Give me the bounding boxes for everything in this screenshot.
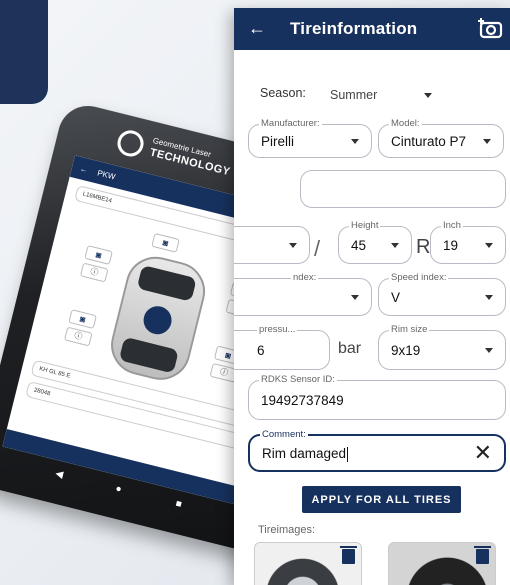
back-arrow-icon[interactable]: ← <box>248 17 266 39</box>
height-value: 45 <box>351 238 367 253</box>
tireimages-label: Tireimages: <box>258 524 316 536</box>
pressure-value: 6 <box>257 343 265 358</box>
manufacturer-value: Pirelli <box>261 134 295 149</box>
phone-row-2-value: 28048 <box>33 387 51 398</box>
inch-label: Inch <box>441 220 463 231</box>
chevron-down-icon <box>483 139 491 144</box>
model-label: Model: <box>389 118 422 129</box>
sensor-id-value: 19492737849 <box>261 393 344 408</box>
car-windshield <box>136 264 197 302</box>
comment-field[interactable]: Comment: Rim damaged ✕ <box>248 429 506 472</box>
width-select[interactable] <box>234 226 310 264</box>
manufacturer-label: Manufacturer: <box>259 118 322 129</box>
decorative-blue-block <box>0 0 48 104</box>
sensor-id-label: RDKS Sensor ID: <box>259 374 337 385</box>
model-value: Cinturato P7 <box>391 134 467 149</box>
chevron-down-icon <box>391 243 399 248</box>
rim-size-label: Rim size <box>389 324 430 335</box>
tireinformation-screen: ← Tireinformation Season: Summer Manufac… <box>234 8 510 585</box>
phone-camera-icon[interactable]: ◙ <box>151 232 180 253</box>
chevron-down-icon <box>351 139 359 144</box>
phone-camera-icon[interactable]: ◙ <box>68 309 97 329</box>
chevron-down-icon <box>289 243 297 248</box>
nav-back-icon[interactable]: ◀ <box>54 468 64 481</box>
add-photo-icon[interactable] <box>478 17 504 39</box>
width-height-separator: / <box>314 236 321 261</box>
car-rear-window <box>118 336 179 374</box>
car-logo-icon <box>140 303 175 338</box>
pressure-field[interactable]: pressu... 6 <box>234 324 330 370</box>
nav-recents-icon[interactable]: ■ <box>174 498 183 510</box>
speed-index-value: V <box>391 290 401 305</box>
phone-back-icon[interactable]: ← <box>79 164 89 175</box>
phone-camera-icon[interactable]: ◙ <box>84 245 113 265</box>
sensor-id-field[interactable]: RDKS Sensor ID: 19492737849 <box>248 374 506 420</box>
car-illustration <box>104 250 212 387</box>
apply-for-all-tires-button[interactable]: APPLY FOR ALL TIRES <box>302 486 461 513</box>
inch-value: 19 <box>443 238 459 253</box>
trash-icon[interactable] <box>474 546 491 564</box>
tire-image-thumbnail[interactable] <box>388 542 496 585</box>
load-index-label: ndex: <box>291 272 319 283</box>
comment-label: Comment: <box>260 429 308 440</box>
text-cursor <box>347 446 349 462</box>
comment-text: Rim damaged <box>262 446 347 461</box>
chevron-down-icon <box>485 348 493 353</box>
phone-info-icon[interactable]: ⓘ <box>79 262 109 283</box>
clear-icon[interactable]: ✕ <box>474 440 492 466</box>
height-label: Height <box>349 220 381 231</box>
chevron-down-icon <box>351 295 359 300</box>
trash-icon[interactable] <box>340 546 357 564</box>
inch-select[interactable]: Inch 19 <box>430 220 506 264</box>
season-caret-icon[interactable] <box>424 93 432 98</box>
page-title: Tireinformation <box>290 19 418 38</box>
phone-info-icon[interactable]: ⓘ <box>63 326 93 347</box>
r-separator: R <box>416 236 431 258</box>
rim-size-select[interactable]: Rim size 9x19 <box>378 324 506 370</box>
pressure-label: pressu... <box>257 324 298 335</box>
height-select[interactable]: Height 45 <box>338 220 412 264</box>
manufacturer-select[interactable]: Manufacturer: Pirelli <box>248 118 372 158</box>
comment-value: Rim damaged <box>262 446 349 462</box>
chevron-down-icon <box>485 295 493 300</box>
pressure-unit: bar <box>338 340 362 357</box>
phone-screen-title: PKW <box>96 167 117 182</box>
model-select[interactable]: Model: Cinturato P7 <box>378 118 504 158</box>
nav-home-icon[interactable]: ● <box>114 483 123 495</box>
rim-size-value: 9x19 <box>391 343 421 358</box>
season-label: Season: <box>260 86 306 100</box>
load-index-select[interactable]: ndex: <box>234 272 372 316</box>
season-select[interactable]: Summer <box>330 88 377 102</box>
phone-plate-value: L16MBE14 <box>82 191 113 205</box>
phone-row-1-value: KH GL 85 E <box>38 366 71 380</box>
speed-index-select[interactable]: Speed index: V <box>378 272 506 316</box>
speed-index-label: Speed index: <box>389 272 449 283</box>
app-bar: ← Tireinformation <box>234 8 510 50</box>
chevron-down-icon <box>485 243 493 248</box>
tire-image-thumbnail[interactable] <box>254 542 362 585</box>
g-logo-icon <box>114 127 147 160</box>
tire-name-field[interactable] <box>300 170 506 208</box>
